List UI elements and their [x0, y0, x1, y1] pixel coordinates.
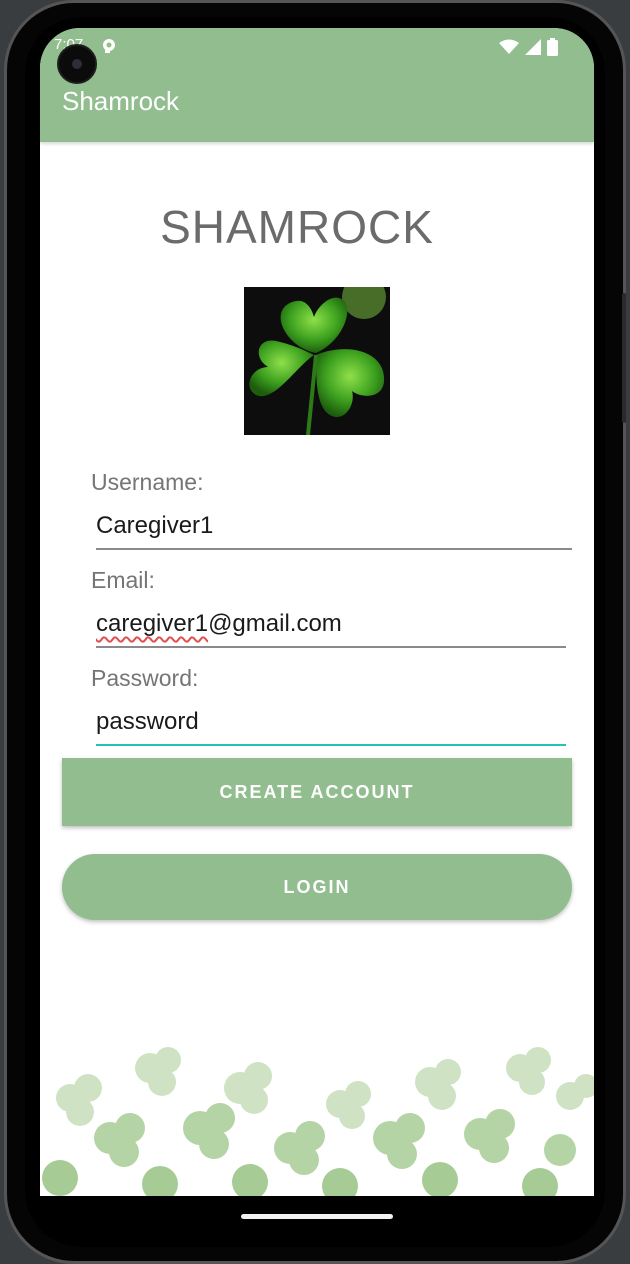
- email-field[interactable]: caregiver1@gmail.com: [96, 606, 566, 648]
- notification-icon: [100, 37, 118, 59]
- power-button: [622, 293, 626, 423]
- username-field[interactable]: Caregiver1: [96, 508, 572, 550]
- email-value-part2: @gmail.com: [208, 610, 342, 637]
- password-value: password: [96, 708, 199, 735]
- email-label: Email:: [91, 567, 155, 593]
- page-title: SHAMROCK: [160, 201, 434, 253]
- app-title: Shamrock: [62, 86, 180, 116]
- email-value-part1: caregiver1: [96, 610, 209, 637]
- username-label: Username:: [91, 469, 204, 495]
- login-button[interactable]: LOGIN: [62, 854, 572, 920]
- screen: 7:07 Shamrock SHAMROCK: [40, 28, 594, 1196]
- status-bar: 7:07: [40, 28, 594, 72]
- navigation-handle[interactable]: [241, 1214, 393, 1219]
- wifi-icon: [499, 39, 519, 59]
- battery-icon: [547, 38, 558, 60]
- cellular-icon: [525, 39, 541, 59]
- password-field[interactable]: password: [96, 704, 566, 746]
- create-account-button[interactable]: CREATE ACCOUNT: [62, 758, 572, 826]
- clover-background-image: [40, 1038, 594, 1196]
- shamrock-logo-icon: [244, 287, 390, 435]
- app-bar: Shamrock: [40, 72, 594, 142]
- camera-cutout-icon: [57, 44, 97, 84]
- password-label: Password:: [91, 665, 199, 691]
- username-value: Caregiver1: [96, 512, 214, 539]
